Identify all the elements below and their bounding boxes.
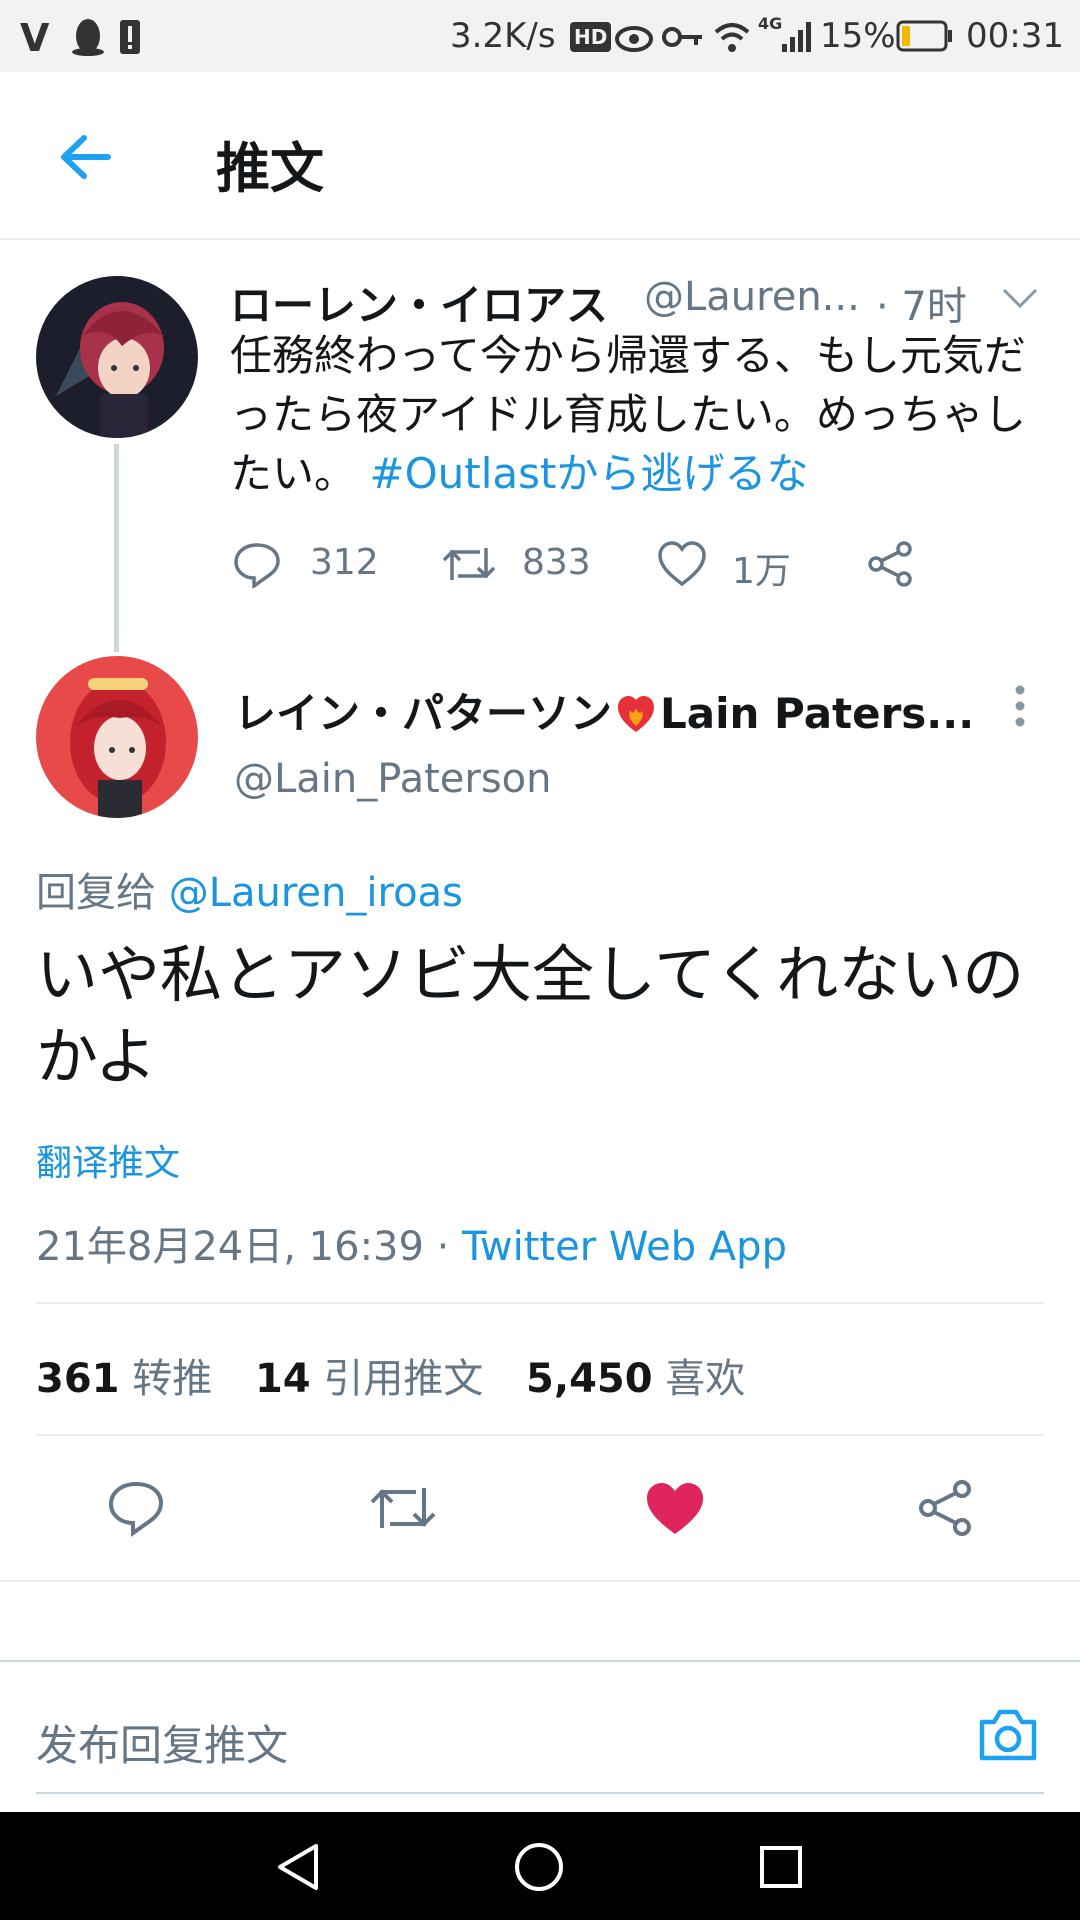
- battery-percent: 15%: [820, 16, 896, 56]
- avatar-lauren[interactable]: [36, 276, 198, 438]
- alert-icon: [120, 20, 140, 54]
- reply-to-link[interactable]: @Lauren_iroas: [169, 870, 463, 916]
- stat-retweets[interactable]: 361 转推: [36, 1356, 212, 1402]
- main-author-handle[interactable]: @Lain_Paterson: [234, 756, 552, 802]
- nav-back-icon[interactable]: [272, 1840, 326, 1894]
- tweet-source-link[interactable]: Twitter Web App: [462, 1224, 787, 1270]
- main-author-name-jp: レイン・パターソン: [234, 689, 613, 738]
- tweet-stats: 361 转推 14 引用推文 5,450 喜欢: [36, 1346, 745, 1404]
- parent-retweet-count: 833: [522, 542, 591, 583]
- main-tweet-text: いや私とアソビ大全してくれないのかよ: [36, 938, 1025, 1093]
- camera-icon[interactable]: [976, 1704, 1040, 1764]
- main-author-name-en: Lain Paters...: [660, 689, 975, 738]
- wifi-icon: [714, 23, 750, 52]
- parent-tweet-text: 任務終わって今から帰還する、もし元気だったら夜アイドル育成したい。めっちゃしたい…: [230, 326, 1050, 503]
- avatar-lain[interactable]: [36, 656, 198, 818]
- clock: 00:31: [966, 16, 1064, 56]
- share-button[interactable]: [916, 1478, 976, 1538]
- fire-heart-icon: [618, 696, 655, 732]
- hd-badge: HD: [570, 22, 612, 52]
- retweet-icon[interactable]: [440, 540, 498, 588]
- divider: [36, 1792, 1044, 1794]
- qq-penguin-icon: [72, 19, 104, 56]
- more-options-icon[interactable]: [1008, 682, 1032, 730]
- network-speed: 3.2K/s: [450, 16, 556, 56]
- reply-compose-input[interactable]: 发布回复推文: [36, 1712, 288, 1773]
- chevron-down-icon[interactable]: [1000, 282, 1040, 312]
- signal-icon: [782, 22, 811, 52]
- eye-icon: [615, 26, 653, 52]
- reply-button[interactable]: [106, 1478, 166, 1538]
- reply-context: 回复给 @Lauren_iroas: [36, 860, 463, 918]
- reply-icon[interactable]: [232, 540, 282, 588]
- like-button-filled[interactable]: [644, 1480, 706, 1538]
- page-title: 推文: [216, 137, 324, 200]
- tweet-datetime: 21年8月24日, 16:39: [36, 1224, 424, 1270]
- divider: [0, 1660, 1080, 1662]
- v-icon: V: [20, 16, 50, 60]
- parent-like-count: 1万: [732, 551, 791, 592]
- retweet-button[interactable]: [368, 1478, 438, 1538]
- share-icon[interactable]: [866, 540, 916, 588]
- spacer: [0, 1582, 1080, 1660]
- back-arrow-icon[interactable]: [50, 122, 120, 192]
- like-icon[interactable]: [656, 540, 708, 588]
- nav-recents-icon[interactable]: [754, 1840, 808, 1894]
- hashtag-link[interactable]: #Outlastから逃げるな: [369, 449, 808, 498]
- translate-tweet-link[interactable]: 翻译推文: [36, 1134, 180, 1186]
- nav-home-icon[interactable]: [512, 1840, 566, 1894]
- network-type: 4G: [758, 14, 783, 33]
- parent-author-handle[interactable]: @Lauren...: [644, 274, 860, 320]
- stat-likes[interactable]: 5,450 喜欢: [526, 1356, 745, 1402]
- top-app-bar: 推文: [0, 72, 1080, 240]
- system-navigation-bar: [0, 1812, 1080, 1920]
- battery-icon: [896, 20, 952, 52]
- tweet-meta: 21年8月24日, 16:39 · Twitter Web App: [36, 1214, 787, 1272]
- reply-prefix: 回复给: [36, 870, 156, 916]
- thread-line: [114, 444, 119, 652]
- main-author-name[interactable]: レイン・パターソン Lain Paters...: [234, 680, 974, 741]
- parent-action-bar: 312 833 1万: [232, 536, 1052, 592]
- parent-timestamp: · 7时: [876, 284, 967, 330]
- key-icon: [662, 27, 702, 47]
- stat-quotes[interactable]: 14 引用推文: [255, 1356, 483, 1402]
- status-bar: V 3.2K/s HD 4G 15% 00:31: [0, 0, 1080, 72]
- divider: [36, 1434, 1044, 1436]
- parent-author-name[interactable]: ローレン・イロアス: [230, 272, 608, 333]
- divider: [36, 1302, 1044, 1304]
- parent-reply-count: 312: [310, 542, 379, 583]
- meta-separator: ·: [436, 1224, 450, 1270]
